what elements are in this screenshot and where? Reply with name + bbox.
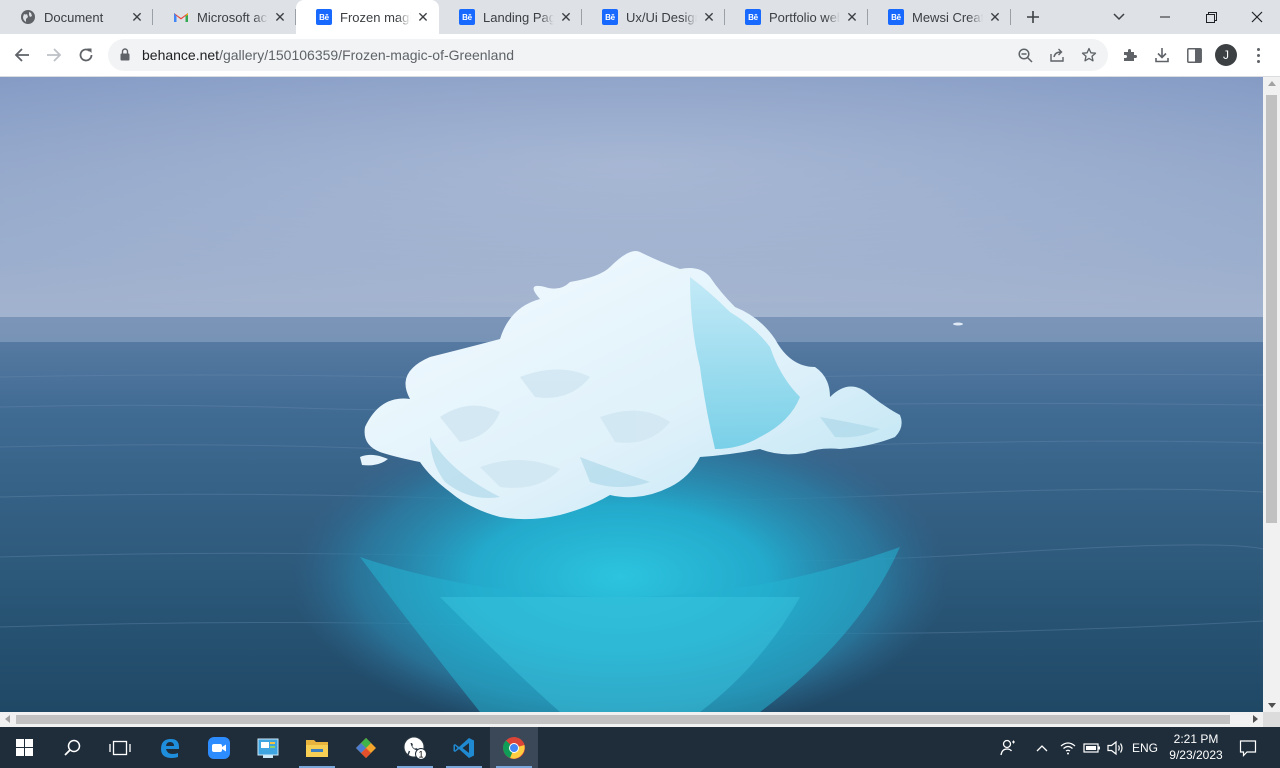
address-bar[interactable]: behance.net/gallery/150106359/Frozen-mag… (108, 39, 1108, 71)
close-icon[interactable]: ✕ (272, 9, 288, 25)
tab-portfolio-website[interactable]: Bē Portfolio website ✕ (725, 0, 868, 34)
vertical-scrollbar[interactable] (1263, 77, 1280, 712)
tab-frozen-magic[interactable]: Bē Frozen magic of Greenland ✕ (296, 0, 439, 34)
minimize-button[interactable] (1142, 0, 1188, 34)
behance-icon: Bē (316, 9, 332, 25)
close-icon[interactable]: ✕ (844, 9, 860, 25)
tab-search-button[interactable] (1096, 0, 1142, 34)
search-button[interactable] (48, 727, 96, 768)
bookmark-star-icon[interactable] (1079, 45, 1099, 65)
scroll-down-icon[interactable] (1268, 703, 1276, 708)
behance-icon: Bē (888, 9, 904, 25)
tab-document[interactable]: Document ✕ (0, 0, 153, 34)
people-icon[interactable] (994, 727, 1022, 768)
clock-time: 2:21 PM (1173, 732, 1219, 746)
forward-button[interactable] (40, 41, 68, 69)
notifications-icon[interactable] (1234, 727, 1262, 768)
whatsapp-badge: 1 (418, 749, 423, 759)
tab-title: Landing Page - UI (483, 9, 554, 25)
lock-icon[interactable] (120, 48, 130, 66)
back-button[interactable] (8, 41, 36, 69)
behance-icon: Bē (459, 9, 475, 25)
scroll-thumb[interactable] (16, 715, 1230, 724)
tab-title: Frozen magic of Greenland (340, 9, 411, 25)
edge-icon[interactable] (146, 727, 194, 768)
tab-title: Document (44, 9, 104, 25)
share-icon[interactable] (1047, 45, 1067, 65)
new-tab-button[interactable] (1020, 5, 1046, 29)
scroll-thumb[interactable] (1266, 95, 1277, 523)
volume-icon[interactable] (1104, 727, 1128, 768)
close-window-button[interactable] (1234, 0, 1280, 34)
close-icon[interactable]: ✕ (129, 9, 145, 25)
task-view-button[interactable] (96, 727, 144, 768)
side-panel-icon[interactable] (1184, 45, 1204, 65)
globe-icon (20, 9, 36, 25)
whatsapp-icon[interactable]: 1 (391, 727, 439, 768)
wifi-icon[interactable] (1056, 727, 1080, 768)
start-button[interactable] (0, 727, 48, 768)
zoom-icon[interactable] (1015, 45, 1035, 65)
close-icon[interactable]: ✕ (987, 9, 1003, 25)
chrome-icon[interactable] (490, 727, 538, 768)
iceberg-photo (0, 77, 1263, 712)
close-icon[interactable]: ✕ (415, 9, 431, 25)
tab-title: Ux/Ui Designer (626, 9, 697, 25)
horizontal-scrollbar[interactable] (0, 712, 1263, 727)
url-text: behance.net/gallery/150106359/Frozen-mag… (142, 47, 515, 63)
windows-taskbar: 1 ENG 2:21 PM 9/23/2023 (0, 727, 1280, 768)
zoom-app-icon[interactable] (195, 727, 243, 768)
behance-icon: Bē (602, 9, 618, 25)
close-icon[interactable]: ✕ (558, 9, 574, 25)
vscode-icon[interactable] (440, 727, 488, 768)
behance-icon: Bē (745, 9, 761, 25)
tab-title: Portfolio website (769, 9, 840, 25)
profile-avatar[interactable]: J (1215, 44, 1237, 66)
scroll-left-icon[interactable] (5, 715, 10, 723)
menu-icon[interactable] (1248, 45, 1268, 65)
taskbar-clock[interactable]: 2:21 PM 9/23/2023 (1164, 731, 1228, 763)
control-panel-icon[interactable] (244, 727, 292, 768)
scroll-right-icon[interactable] (1253, 715, 1258, 723)
scrollbar-corner (1263, 712, 1280, 727)
tab-mewsi-creative[interactable]: Bē Mewsi Creative ✕ (868, 0, 1011, 34)
battery-icon[interactable] (1080, 727, 1104, 768)
restore-button[interactable] (1188, 0, 1234, 34)
close-icon[interactable]: ✕ (701, 9, 717, 25)
tab-ux-ui-designer[interactable]: Bē Ux/Ui Designer ✕ (582, 0, 725, 34)
extensions-icon[interactable] (1120, 45, 1140, 65)
show-hidden-icons-icon[interactable] (1030, 727, 1054, 768)
tab-landing-page[interactable]: Bē Landing Page - UI ✕ (439, 0, 582, 34)
tab-title: Mewsi Creative (912, 9, 983, 25)
tab-strip: Document ✕ Microsoft account ✕ Bē Frozen… (0, 0, 1280, 34)
tab-title: Microsoft account (197, 9, 268, 25)
page-viewport (0, 77, 1263, 712)
language-indicator[interactable]: ENG (1128, 727, 1162, 768)
reload-button[interactable] (72, 41, 100, 69)
git-icon[interactable] (342, 727, 390, 768)
browser-toolbar: behance.net/gallery/150106359/Frozen-mag… (0, 34, 1280, 77)
download-icon[interactable] (1152, 45, 1172, 65)
gmail-icon (173, 9, 189, 25)
file-explorer-icon[interactable] (293, 727, 341, 768)
tab-separator (1010, 9, 1011, 25)
clock-date: 9/23/2023 (1169, 748, 1223, 762)
scroll-up-icon[interactable] (1268, 81, 1276, 86)
tab-microsoft-account[interactable]: Microsoft account ✕ (153, 0, 296, 34)
